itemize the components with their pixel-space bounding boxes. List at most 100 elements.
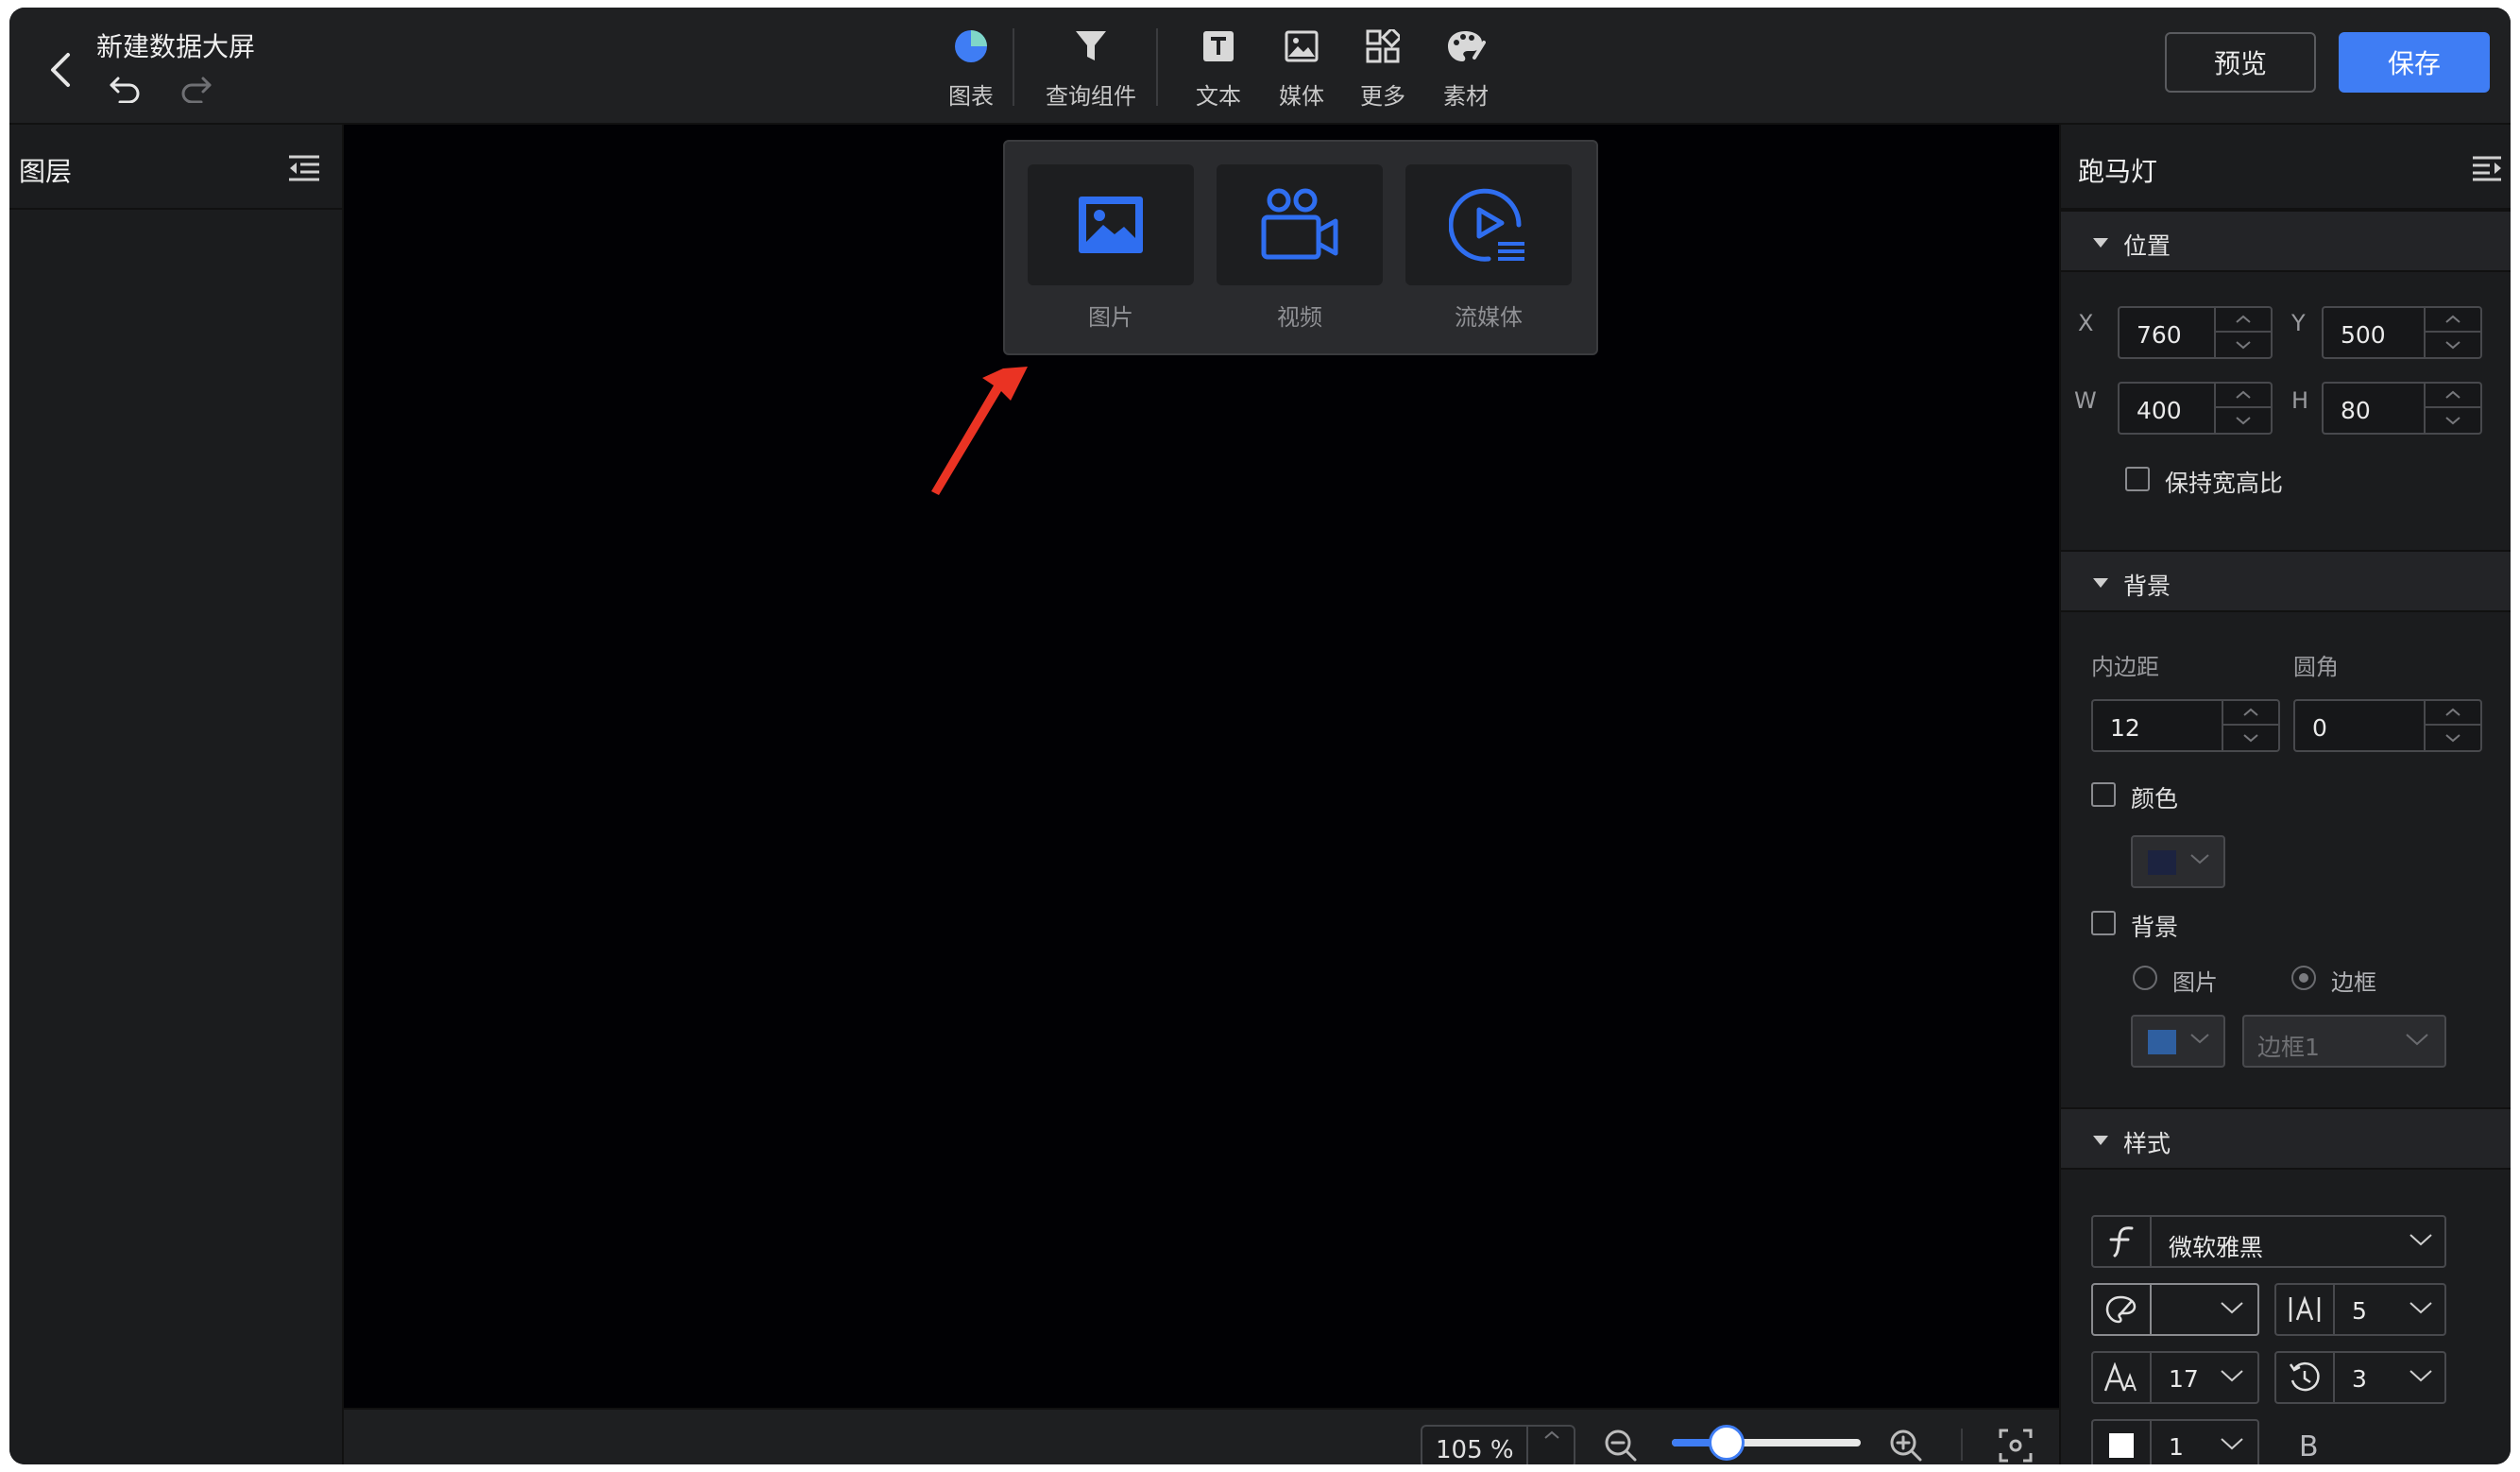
canvas-bottom-bar: 105 %	[344, 1408, 2069, 1464]
chevron-down-icon[interactable]	[2216, 408, 2271, 433]
chevron-up-icon[interactable]	[2426, 701, 2480, 726]
properties-header: 跑马灯	[2061, 125, 2511, 210]
back-button[interactable]	[34, 40, 87, 100]
padding-input[interactable]: 12	[2091, 699, 2280, 752]
h-label: H	[2291, 387, 2309, 414]
tool-more[interactable]: 更多	[1345, 25, 1421, 115]
media-dropdown: 图片 视频 流媒体	[1003, 140, 1598, 355]
radius-stepper[interactable]	[2424, 701, 2480, 750]
grid-icon	[1366, 29, 1400, 63]
caret-down-icon	[2093, 1136, 2108, 1145]
app-window: 新建数据大屏 图表 查询组件 文本 媒体 更多 素材 预览 保存 图层 图片 视…	[9, 8, 2511, 1464]
bold-button[interactable]: B	[2299, 1430, 2319, 1463]
chevron-left-icon	[51, 53, 70, 87]
scroll-speed-select[interactable]: 3	[2274, 1351, 2446, 1404]
radius-input[interactable]: 0	[2293, 699, 2482, 752]
redo-button[interactable]	[176, 68, 217, 110]
save-button[interactable]: 保存	[2339, 32, 2490, 93]
chevron-down-icon[interactable]	[2216, 333, 2271, 357]
y-input[interactable]: 500	[2322, 306, 2482, 359]
fit-screen-button[interactable]	[1997, 1427, 2035, 1464]
line-select[interactable]: 1	[2091, 1419, 2259, 1464]
h-stepper[interactable]	[2424, 384, 2480, 433]
tool-text[interactable]: 文本	[1181, 25, 1256, 115]
padding-stepper[interactable]	[2222, 701, 2278, 750]
palette-icon	[1448, 31, 1486, 61]
x-input[interactable]: 760	[2118, 306, 2273, 359]
tool-query-component[interactable]: 查询组件	[1039, 25, 1143, 115]
caret-down-icon	[2093, 238, 2108, 248]
x-stepper[interactable]	[2214, 308, 2271, 357]
chevron-down-icon	[2221, 1438, 2243, 1450]
y-stepper[interactable]	[2424, 308, 2480, 357]
color-label: 颜色	[2131, 785, 2179, 813]
media-item-streaming[interactable]: 流媒体	[1405, 164, 1572, 333]
image-icon	[1285, 30, 1319, 62]
chevron-up-icon	[1544, 1430, 1559, 1439]
border-radio[interactable]	[2291, 966, 2316, 990]
chevron-down-icon[interactable]	[2426, 726, 2480, 750]
h-input[interactable]: 80	[2322, 382, 2482, 435]
tool-material[interactable]: 素材	[1428, 25, 1504, 115]
chevron-up-icon[interactable]	[2426, 308, 2480, 333]
zoom-stepper[interactable]	[1526, 1427, 1574, 1464]
background-label: 背景	[2131, 914, 2179, 941]
preview-button[interactable]: 预览	[2165, 32, 2316, 93]
background-checkbox[interactable]	[2091, 911, 2116, 935]
section-style[interactable]: 样式	[2061, 1107, 2511, 1170]
background-color-picker[interactable]	[2131, 1015, 2225, 1068]
font-size-select[interactable]: 17	[2091, 1351, 2259, 1404]
font-family-select[interactable]: 微软雅黑	[2091, 1215, 2446, 1268]
chevron-down-icon[interactable]	[2426, 333, 2480, 357]
undo-icon	[110, 77, 140, 103]
video-camera-icon	[1261, 188, 1338, 260]
zoom-slider[interactable]	[1672, 1425, 1861, 1461]
zoom-out-button[interactable]	[1602, 1427, 1640, 1464]
image-radio-label: 图片	[2172, 969, 2218, 996]
chevron-down-icon	[2409, 1370, 2432, 1382]
chevron-up-icon[interactable]	[2426, 384, 2480, 408]
section-position-title: 位置	[2123, 232, 2171, 260]
white-square-icon	[2093, 1421, 2152, 1464]
chevron-down-icon	[2406, 1034, 2428, 1046]
chevron-down-icon[interactable]	[2426, 408, 2480, 433]
letter-spacing-icon	[2276, 1285, 2335, 1334]
font-color-select[interactable]	[2091, 1283, 2259, 1336]
color-picker[interactable]	[2131, 835, 2225, 888]
tool-chart[interactable]: 图表	[931, 25, 1011, 115]
chevron-down-icon	[2190, 1034, 2209, 1044]
font-icon	[2093, 1217, 2152, 1266]
border-style-select[interactable]: 边框1	[2242, 1015, 2446, 1068]
letter-spacing-select[interactable]: 5	[2274, 1283, 2446, 1336]
zoom-input[interactable]: 105 %	[1421, 1425, 1575, 1464]
chevron-up-icon[interactable]	[2223, 701, 2278, 726]
redo-icon	[181, 77, 212, 103]
chevron-up-icon[interactable]	[2216, 308, 2271, 333]
collapse-properties-button[interactable]	[2471, 155, 2503, 183]
color-checkbox[interactable]	[2091, 782, 2116, 807]
section-background[interactable]: 背景	[2061, 550, 2511, 612]
media-item-video[interactable]: 视频	[1217, 164, 1383, 333]
section-style-title: 样式	[2123, 1130, 2171, 1157]
chevron-up-icon[interactable]	[2216, 384, 2271, 408]
pie-chart-icon	[955, 30, 987, 62]
zoom-slider-handle[interactable]	[1709, 1425, 1745, 1461]
media-item-image[interactable]: 图片	[1028, 164, 1194, 333]
border-radio-label: 边框	[2331, 969, 2376, 996]
properties-panel: 跑马灯 位置 X 760 Y 500 W 400 H 80 保持宽高比 背景 内…	[2059, 125, 2511, 1464]
tool-media[interactable]: 媒体	[1264, 25, 1339, 115]
w-input[interactable]: 400	[2118, 382, 2273, 435]
section-position[interactable]: 位置	[2061, 210, 2511, 272]
collapse-layers-button[interactable]	[287, 153, 321, 183]
w-label: W	[2074, 387, 2097, 414]
chevron-down-icon	[2221, 1302, 2243, 1314]
undo-button[interactable]	[104, 68, 145, 110]
zoom-in-button[interactable]	[1887, 1427, 1925, 1464]
keep-ratio-checkbox[interactable]	[2125, 467, 2150, 491]
color-swatch	[2148, 850, 2176, 875]
w-stepper[interactable]	[2214, 384, 2271, 433]
image-radio[interactable]	[2133, 966, 2157, 990]
chevron-down-icon[interactable]	[2223, 726, 2278, 750]
filter-icon	[1076, 31, 1106, 60]
streaming-icon	[1449, 188, 1524, 262]
